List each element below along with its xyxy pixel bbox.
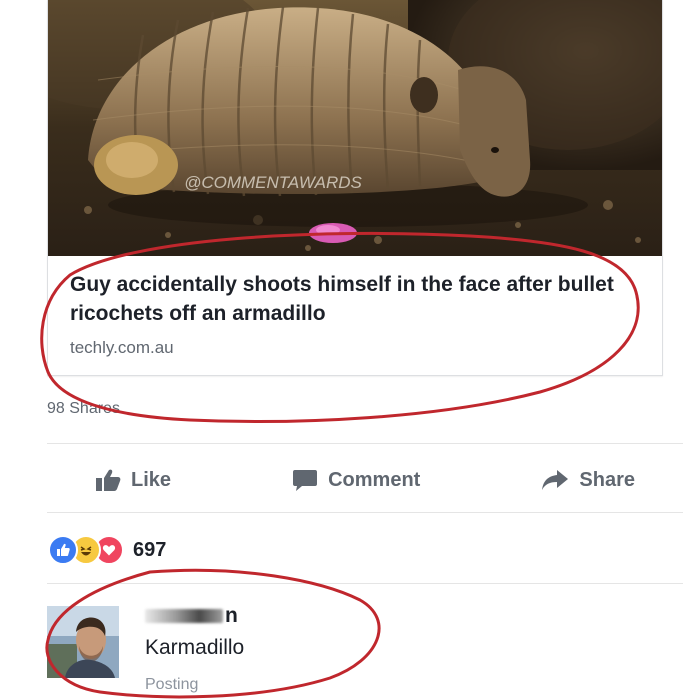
- link-preview-card[interactable]: @COMMENTAWARDS Guy accidentally shoots h…: [47, 0, 663, 376]
- share-button[interactable]: Share: [493, 469, 683, 492]
- reaction-count: 697: [133, 538, 167, 561]
- facebook-post: @COMMENTAWARDS Guy accidentally shoots h…: [0, 0, 700, 700]
- action-bar: Like Comment Share: [47, 455, 683, 505]
- comment-author-visible: n: [225, 604, 238, 627]
- redacted-name: [145, 609, 223, 624]
- comment-button[interactable]: Comment: [244, 468, 468, 492]
- shares-count[interactable]: 98 Shares: [47, 400, 120, 418]
- speech-bubble-icon: [292, 468, 318, 492]
- reaction-summary[interactable]: 697: [48, 535, 166, 565]
- comment-status: Posting: [145, 676, 199, 693]
- comment-author[interactable]: n: [145, 604, 238, 628]
- link-domain: techly.com.au: [70, 338, 174, 357]
- armadillo-photo: @COMMENTAWARDS: [48, 0, 662, 256]
- share-label: Share: [579, 468, 635, 491]
- share-arrow-icon: [541, 469, 569, 491]
- like-label: Like: [131, 468, 172, 491]
- watermark: @COMMENTAWARDS: [184, 173, 362, 192]
- divider: [47, 443, 683, 444]
- like-reaction-icon: [48, 535, 78, 565]
- divider: [47, 583, 683, 584]
- avatar[interactable]: [47, 606, 119, 678]
- comment-text: Karmadillo: [145, 636, 245, 659]
- thumbs-up-icon: [95, 468, 121, 492]
- link-preview-text: Guy accidentally shoots himself in the f…: [70, 270, 650, 358]
- comment-label: Comment: [328, 468, 421, 491]
- comment: n Karmadillo Posting: [47, 602, 687, 700]
- like-button[interactable]: Like: [47, 468, 219, 492]
- divider: [47, 512, 683, 513]
- link-headline[interactable]: Guy accidentally shoots himself in the f…: [70, 270, 650, 328]
